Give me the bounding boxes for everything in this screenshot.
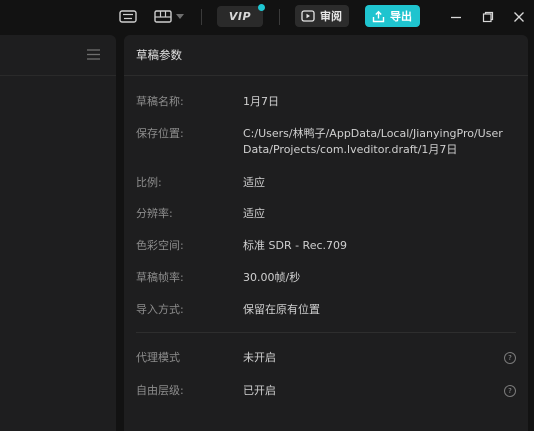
left-panel-header: [0, 35, 116, 76]
setting-value[interactable]: C:/Users/林鸭子/AppData/Local/JianyingPro/U…: [243, 126, 513, 158]
setting-value: 30.00帧/秒: [243, 271, 301, 284]
setting-label: 导入方式:: [136, 303, 184, 316]
setting-label: 色彩空间:: [136, 239, 184, 252]
toolbar-divider: [279, 9, 280, 25]
draft-settings-panel: 草稿参数 草稿名称: 1月7日 保存位置: C:/Users/林鸭子/AppDa…: [124, 35, 528, 431]
notification-dot: [258, 4, 265, 11]
section-divider: [136, 332, 516, 333]
setting-value: 已开启: [243, 384, 276, 397]
setting-label: 草稿帧率:: [136, 271, 184, 284]
setting-value: 保留在原有位置: [243, 303, 320, 316]
setting-value: 适应: [243, 176, 265, 189]
panel-title: 草稿参数: [124, 35, 528, 76]
setting-value: 适应: [243, 207, 265, 220]
setting-label: 代理模式: [136, 351, 180, 364]
restore-icon[interactable]: [481, 10, 495, 24]
setting-label: 自由层级:: [136, 384, 184, 397]
close-icon[interactable]: [512, 10, 526, 24]
title-bar: VIP 审阅 导出: [0, 0, 534, 34]
upload-icon: [372, 10, 385, 23]
export-button[interactable]: 导出: [365, 5, 420, 27]
setting-value: 未开启: [243, 351, 276, 364]
vip-button[interactable]: VIP: [217, 4, 265, 27]
review-button[interactable]: 审阅: [295, 5, 349, 27]
keyboard-icon[interactable]: [119, 9, 137, 23]
review-icon: [301, 10, 315, 22]
review-label: 审阅: [320, 10, 342, 23]
vip-label: VIP: [228, 10, 252, 23]
setting-value: 1月7日: [243, 95, 279, 108]
chevron-down-icon[interactable]: [175, 12, 185, 20]
setting-label: 草稿名称:: [136, 95, 184, 108]
layout-icon[interactable]: [154, 9, 172, 23]
export-label: 导出: [390, 10, 412, 23]
left-panel: [0, 35, 116, 431]
menu-icon[interactable]: [86, 48, 100, 60]
setting-label: 比例:: [136, 176, 162, 189]
setting-label: 分辨率:: [136, 207, 173, 220]
setting-label: 保存位置:: [136, 127, 184, 140]
help-icon[interactable]: ?: [504, 385, 516, 397]
help-icon[interactable]: ?: [504, 352, 516, 364]
setting-value: 标准 SDR - Rec.709: [243, 239, 348, 252]
minimize-icon[interactable]: [449, 10, 463, 24]
toolbar-divider: [201, 9, 202, 25]
